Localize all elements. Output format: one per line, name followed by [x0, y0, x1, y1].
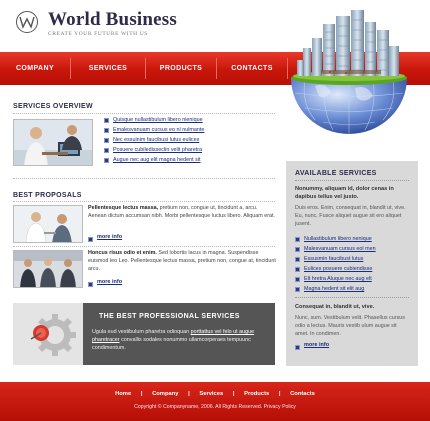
divider [13, 246, 275, 247]
sidebar-more-link[interactable]: more info [295, 342, 329, 350]
footer-link-services[interactable]: Services [199, 391, 223, 397]
more-info-label[interactable]: more info [304, 342, 329, 348]
list-link[interactable]: Malesvanuam cursus eol men [304, 246, 376, 252]
copyright-text: Copyright © Companyname, 2006. All Right… [134, 404, 296, 410]
proposal-2-more-link[interactable]: more info [88, 279, 122, 287]
promo-title: THE BEST PROFESSIONAL SERVICES [99, 313, 240, 320]
bullet-icon [104, 147, 109, 153]
list-item[interactable]: Malesvanuam cursus eol men [295, 244, 376, 254]
more-info-label[interactable]: more info [97, 234, 122, 240]
site-footer: Home | Company | Services | Products | C… [0, 382, 430, 421]
list-item[interactable]: Emalesvanuam cursus eo nl nulmante [104, 125, 204, 135]
list-item[interactable]: Nullastibulum libero nenique [295, 234, 376, 244]
footer-link-company[interactable]: Company [152, 391, 178, 397]
tagline: CREATE YOUR FUTURE WITH US [48, 31, 148, 37]
sidebar-title: AVAILABLE SERVICES [295, 170, 377, 177]
bullet-icon [295, 344, 300, 350]
bullet-icon [104, 157, 109, 163]
bullet-icon [295, 236, 300, 242]
doctors-photo [13, 205, 83, 243]
bullet-icon [104, 117, 109, 123]
sidebar-outro-text: Nunc, sum. Vestibulum velit. Phasellus c… [295, 315, 405, 337]
footer-link-products[interactable]: Products [244, 391, 269, 397]
list-item[interactable]: Eulices posuere cubiendisse [295, 264, 376, 274]
list-link[interactable]: Magna hedent sit elit aug [304, 286, 364, 292]
footer-link-contacts[interactable]: Contacts [290, 391, 315, 397]
bullet-icon [295, 246, 300, 252]
nav-item-company[interactable]: COMPANY [0, 52, 70, 85]
list-item[interactable]: Nec essuinim faucibusi lutus eulices [104, 135, 204, 145]
bullet-icon [295, 266, 300, 272]
list-item[interactable]: Augue nec aug elit magna hedent sit [104, 155, 204, 165]
gear-icon [30, 314, 76, 356]
bullet-icon [295, 276, 300, 282]
proposal-1-text: Pellentesque lectus massa, pretium non, … [88, 204, 276, 220]
list-link[interactable]: Eulices posuere cubiendisse [304, 266, 372, 272]
footer-separator: | [140, 391, 143, 397]
proposal-1-more-link[interactable]: more info [88, 234, 122, 242]
list-link[interactable]: Essusmin faucibust lutus [304, 256, 363, 262]
logo-icon[interactable] [16, 11, 38, 33]
sidebar-intro-bold: Nonummy, aliquam id, dolor cenas in dapi… [295, 186, 394, 200]
divider [13, 201, 275, 202]
promo-text-start: Ugula eud vestibulum pharetra odioquan [92, 329, 191, 335]
footer-nav: Home | Company | Services | Products | C… [0, 391, 430, 397]
list-item[interactable]: Essusmin faucibust lutus [295, 254, 376, 264]
list-link[interactable]: Emalesvanuam cursus eo nl nulmante [113, 127, 204, 133]
globe-city-illustration [285, 8, 413, 140]
divider [13, 178, 275, 179]
footer-link-home[interactable]: Home [115, 391, 131, 397]
list-link[interactable]: Nullastibulum libero nenique [304, 236, 372, 242]
promo-graphic [13, 303, 83, 365]
nav-item-contacts[interactable]: CONTACTS [217, 52, 287, 85]
list-link[interactable]: Augue nec aug elit magna hedent sit [113, 157, 201, 163]
list-link[interactable]: Quisque nullastibulum libero nienique [113, 117, 203, 123]
promo-text: Ugula eud vestibulum pharetra odioquan p… [92, 328, 268, 352]
divider [295, 180, 409, 181]
bullet-icon [88, 281, 93, 287]
list-item[interactable]: Elt hretra Aluque nec aug elt [295, 274, 376, 284]
bullet-icon [295, 256, 300, 262]
list-item[interactable]: Magna hedent sit elit aug [295, 284, 376, 294]
more-info-label[interactable]: more info [97, 279, 122, 285]
office-team-photo [13, 119, 93, 166]
professional-services-banner: THE BEST PROFESSIONAL SERVICES Ugula eud… [13, 303, 275, 365]
sidebar-links: Nullastibulum libero nenique Malesvanuam… [295, 234, 376, 294]
proposal-1-lead: Pellentesque lectus massa, [88, 205, 159, 211]
list-link[interactable]: Nec essuinim faucibusi lutus eulices [113, 137, 199, 143]
nav-item-services[interactable]: SERVICES [71, 52, 145, 85]
divider [13, 113, 275, 114]
brand-name[interactable]: World Business [48, 9, 177, 31]
bullet-icon [104, 137, 109, 143]
available-services-sidebar: AVAILABLE SERVICES Nonummy, aliquam id, … [286, 161, 418, 366]
business-people-photo [13, 250, 83, 288]
bullet-icon [295, 286, 300, 292]
bullet-icon [104, 127, 109, 133]
sidebar-intro-text: Duis eros. Enim, consequat in, blandit u… [295, 205, 406, 227]
services-overview-title: SERVICES OVERVIEW [13, 103, 93, 110]
list-link[interactable]: Posuere cubiledisseclin velit pharetra [113, 147, 202, 153]
proposal-2-text: Honcus risus odio et enim. Sed lobortis … [88, 249, 276, 273]
nav-item-products[interactable]: PRODUCTS [146, 52, 216, 85]
services-overview-links: Quisque nullastibulum libero nienique Em… [104, 115, 204, 165]
sidebar-outro-bold: Consequat in, blandit ut, vive. [295, 304, 375, 310]
best-proposals-title: BEST PROPOSALS [13, 192, 82, 199]
footer-separator: | [188, 391, 190, 397]
proposal-2-lead: Honcus risus odio et enim. [88, 250, 157, 256]
divider [295, 297, 409, 298]
list-link[interactable]: Elt hretra Aluque nec aug elt [304, 276, 372, 282]
bullet-icon [88, 236, 93, 242]
footer-separator: | [232, 391, 235, 397]
footer-separator: | [278, 391, 281, 397]
list-item[interactable]: Posuere cubiledisseclin velit pharetra [104, 145, 204, 155]
list-item[interactable]: Quisque nullastibulum libero nienique [104, 115, 204, 125]
